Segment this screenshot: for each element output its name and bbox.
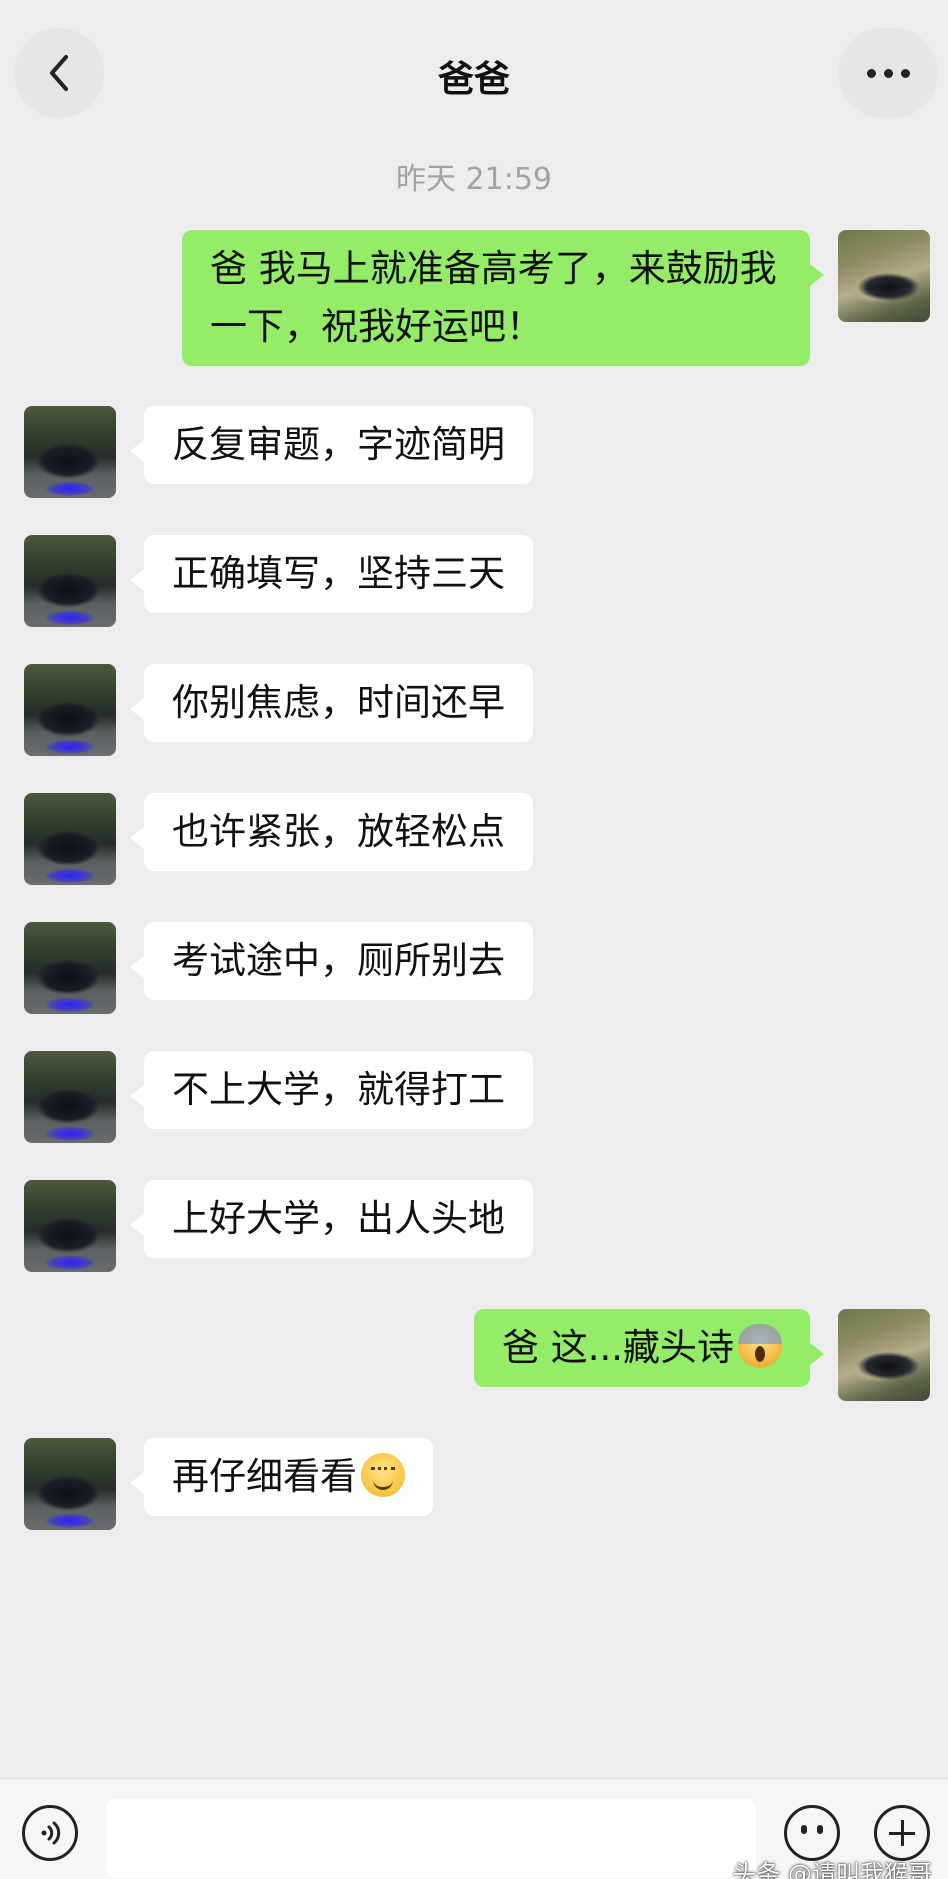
message-line: 爸 我马上就准备高考了，来鼓励我	[210, 247, 777, 290]
emoji-face-icon[interactable]	[784, 1805, 840, 1861]
dad-avatar[interactable]	[24, 406, 116, 498]
message-text: 上好大学，出人头地	[172, 1197, 505, 1240]
my-avatar[interactable]	[838, 230, 930, 322]
message-text: 正确填写，坚持三天	[172, 552, 505, 595]
message-text: 不上大学，就得打工	[172, 1068, 505, 1111]
message-text: 再仔细看看	[172, 1455, 357, 1498]
my-message-bubble[interactable]: 爸 这...藏头诗	[473, 1309, 825, 1387]
dad-avatar[interactable]	[24, 1051, 116, 1143]
message-text: 反复审题，字迹简明	[172, 423, 505, 466]
more-dots-icon	[866, 68, 876, 78]
message-input[interactable]	[106, 1799, 756, 1877]
dad-message-bubble[interactable]: 不上大学，就得打工	[130, 1051, 533, 1129]
watermark: 头条 @请叫我猴哥	[732, 1860, 932, 1879]
dad-avatar[interactable]	[24, 793, 116, 885]
dad-message-bubble[interactable]: 再仔细看看	[130, 1438, 433, 1516]
top-bar: 爸爸	[0, 0, 948, 148]
dad-avatar[interactable]	[24, 1180, 116, 1272]
message-text: 考试途中，厕所别去	[172, 939, 505, 982]
message-timestamp: 昨天 21:59	[396, 162, 552, 197]
dad-message-bubble[interactable]: 你别焦虑，时间还早	[130, 664, 533, 742]
screaming-face-emoji	[738, 1324, 782, 1368]
dad-message-bubble[interactable]: 反复审题，字迹简明	[130, 406, 533, 484]
dad-message-bubble[interactable]: 正确填写，坚持三天	[130, 535, 533, 613]
more-button[interactable]	[838, 28, 938, 118]
smiling-face-emoji	[361, 1453, 405, 1497]
voice-icon	[41, 1821, 61, 1845]
plus-icon[interactable]	[874, 1805, 930, 1861]
message-text: 也许紧张，放轻松点	[172, 810, 505, 853]
message-line: 一下，祝我好运吧！	[210, 305, 543, 348]
dad-message-bubble[interactable]: 考试途中，厕所别去	[130, 922, 533, 1000]
dad-avatar[interactable]	[24, 535, 116, 627]
dad-avatar[interactable]	[24, 922, 116, 1014]
dad-avatar[interactable]	[24, 1438, 116, 1530]
message-text: 爸 这...藏头诗	[501, 1326, 734, 1369]
dad-avatar[interactable]	[24, 664, 116, 756]
message-text: 你别焦虑，时间还早	[172, 681, 505, 724]
my-message-bubble[interactable]: 爸 我马上就准备高考了，来鼓励我 一下，祝我好运吧！	[182, 230, 824, 366]
voice-button[interactable]	[22, 1805, 78, 1861]
dad-message-bubble[interactable]: 也许紧张，放轻松点	[130, 793, 533, 871]
my-avatar[interactable]	[838, 1309, 930, 1401]
chat-title: 爸爸	[437, 59, 510, 100]
dad-message-bubble[interactable]: 上好大学，出人头地	[130, 1180, 533, 1258]
